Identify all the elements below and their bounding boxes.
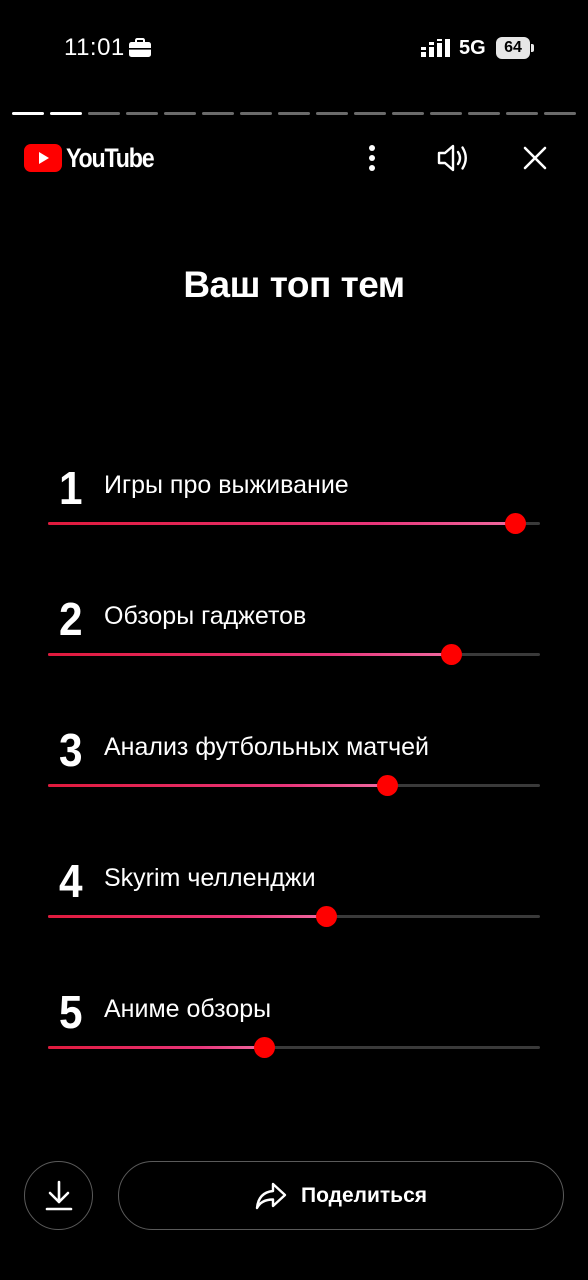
topic-name: Игры про выживание bbox=[104, 471, 349, 499]
topic-bar-track bbox=[48, 906, 540, 927]
topic-name: Skyrim челленджи bbox=[104, 864, 316, 892]
topic-bar-track bbox=[48, 1037, 540, 1058]
page-title: Ваш топ тем bbox=[183, 264, 405, 305]
story-progress-segment bbox=[12, 112, 44, 115]
more-options-button[interactable] bbox=[352, 138, 392, 178]
topic-name: Аниме обзоры bbox=[104, 995, 272, 1023]
story-progress-segment bbox=[354, 112, 386, 115]
volume-icon bbox=[437, 144, 467, 172]
briefcase-icon bbox=[129, 38, 151, 57]
topic-item-4: 4 Skyrim челленджи bbox=[48, 853, 540, 984]
topic-bar-knob bbox=[315, 906, 337, 927]
youtube-logo: YouTube bbox=[24, 140, 168, 176]
status-bar: 11:01 5G 64 bbox=[0, 0, 588, 96]
signal-icon bbox=[421, 39, 450, 57]
youtube-logo-text: YouTube bbox=[66, 142, 155, 173]
topic-item-5: 5 Аниме обзоры bbox=[48, 984, 540, 1115]
story-progress-segment bbox=[278, 112, 310, 115]
network-label: 5G bbox=[459, 37, 486, 59]
story-progress-segment bbox=[316, 112, 348, 115]
more-vertical-icon bbox=[369, 145, 375, 171]
youtube-play-icon bbox=[24, 144, 62, 172]
share-label: Поделиться bbox=[300, 1183, 428, 1207]
status-time: 11:01 bbox=[64, 34, 125, 61]
story-screen: 11:01 5G 64 YouTube Ваш топ тем 1 Игры п… bbox=[0, 0, 588, 1280]
topic-item-1: 1 Игры про выживание bbox=[48, 460, 540, 591]
topic-name: Анализ футбольных матчей bbox=[104, 733, 429, 761]
battery-level: 64 bbox=[504, 39, 522, 56]
close-button[interactable] bbox=[515, 138, 555, 178]
topic-bar-knob bbox=[254, 1037, 276, 1058]
topic-bar-track bbox=[48, 644, 540, 665]
topic-list: 1 Игры про выживание 2 Обзоры гаджетов 3… bbox=[48, 460, 540, 1115]
topic-rank: 5 bbox=[59, 986, 83, 1038]
topic-bar-fill bbox=[48, 1046, 265, 1049]
topic-rank: 2 bbox=[59, 593, 83, 645]
topic-rank: 3 bbox=[59, 724, 83, 776]
story-progress bbox=[12, 112, 576, 116]
close-icon bbox=[523, 146, 547, 170]
topic-bar-fill bbox=[48, 915, 326, 918]
topic-bar-knob bbox=[441, 644, 463, 665]
topic-bar-knob bbox=[377, 775, 399, 796]
battery-icon: 64 bbox=[496, 37, 534, 59]
topic-bar-fill bbox=[48, 653, 452, 656]
download-button[interactable] bbox=[24, 1161, 93, 1230]
story-progress-segment bbox=[202, 112, 234, 115]
download-icon bbox=[45, 1180, 72, 1210]
share-icon bbox=[255, 1182, 287, 1209]
story-progress-segment bbox=[468, 112, 500, 115]
topic-rank: 1 bbox=[59, 462, 83, 514]
topic-name: Обзоры гаджетов bbox=[104, 602, 307, 630]
story-progress-segment bbox=[88, 112, 120, 115]
topic-bar-fill bbox=[48, 522, 516, 525]
story-progress-segment bbox=[392, 112, 424, 115]
topic-item-2: 2 Обзоры гаджетов bbox=[48, 591, 540, 722]
story-progress-segment bbox=[126, 112, 158, 115]
story-progress-segment bbox=[430, 112, 462, 115]
topic-bar-track bbox=[48, 513, 540, 534]
story-progress-segment bbox=[50, 112, 82, 115]
header: YouTube bbox=[0, 132, 588, 182]
share-button[interactable]: Поделиться bbox=[118, 1161, 564, 1230]
topic-bar-knob bbox=[505, 513, 527, 534]
story-progress-segment bbox=[506, 112, 538, 115]
sound-button[interactable] bbox=[433, 138, 473, 178]
topic-item-3: 3 Анализ футбольных матчей bbox=[48, 722, 540, 853]
topic-bar-track bbox=[48, 775, 540, 796]
topic-bar-fill bbox=[48, 784, 388, 787]
topic-rank: 4 bbox=[59, 855, 83, 907]
story-progress-segment bbox=[240, 112, 272, 115]
story-progress-segment bbox=[544, 112, 576, 115]
story-progress-segment bbox=[164, 112, 196, 115]
